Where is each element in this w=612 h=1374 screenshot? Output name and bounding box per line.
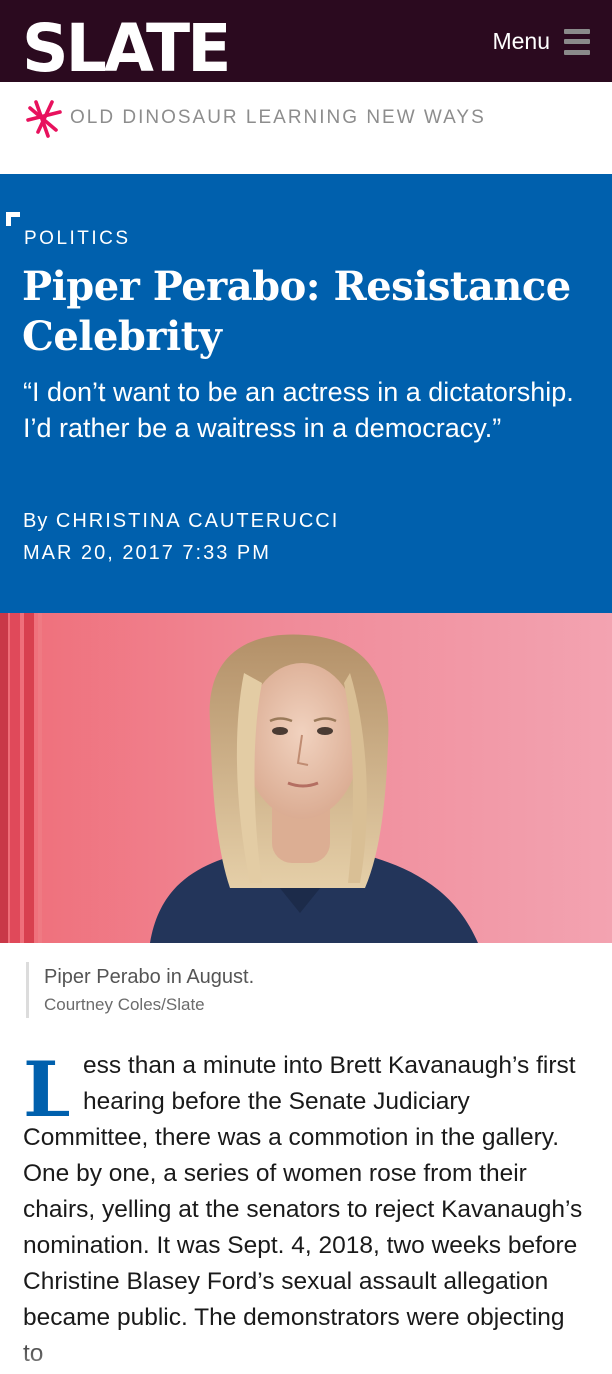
top-nav-bar: SLATE Menu (0, 0, 612, 82)
series-title: OLD DINOSAUR LEARNING NEW WAYS (70, 107, 486, 128)
article-body: L ess than a minute into Brett Kavanaugh… (23, 1048, 589, 1372)
byline: By CHRISTINA CAUTERUCCI (23, 510, 339, 533)
image-credit: Courtney Coles/Slate (44, 995, 205, 1014)
corner-mark-icon (6, 212, 20, 226)
series-banner[interactable]: OLD DINOSAUR LEARNING NEW WAYS (0, 82, 612, 174)
slate-logo[interactable]: SLATE (22, 14, 233, 82)
hamburger-icon (564, 28, 590, 55)
starburst-icon (26, 100, 62, 138)
article-dek: “I don’t want to be an actress in a dict… (23, 377, 574, 443)
article-paragraph: ess than a minute into Brett Kavanaugh’s… (23, 1052, 583, 1367)
image-caption-block: Piper Perabo in August. Courtney Coles/S… (26, 962, 254, 1018)
portrait-illustration (0, 613, 612, 943)
article-header: POLITICS Piper Perabo: Resistance Celebr… (0, 174, 612, 613)
drop-cap: L (23, 1054, 69, 1120)
logo-wordmark: SLATE (22, 10, 231, 87)
menu-button[interactable]: Menu (492, 28, 590, 55)
svg-text:L: L (23, 1054, 69, 1120)
menu-label: Menu (492, 28, 550, 54)
image-caption: Piper Perabo in August. (44, 966, 255, 988)
byline-prefix: By (23, 510, 49, 532)
lead-image (0, 613, 612, 943)
article-headline: Piper Perabo: Resistance Celebrity (22, 263, 571, 360)
publish-date: MAR 20, 2017 7:33 PM (23, 542, 271, 564)
section-link-politics[interactable]: POLITICS (24, 228, 131, 250)
author-link[interactable]: CHRISTINA CAUTERUCCI (56, 510, 339, 532)
